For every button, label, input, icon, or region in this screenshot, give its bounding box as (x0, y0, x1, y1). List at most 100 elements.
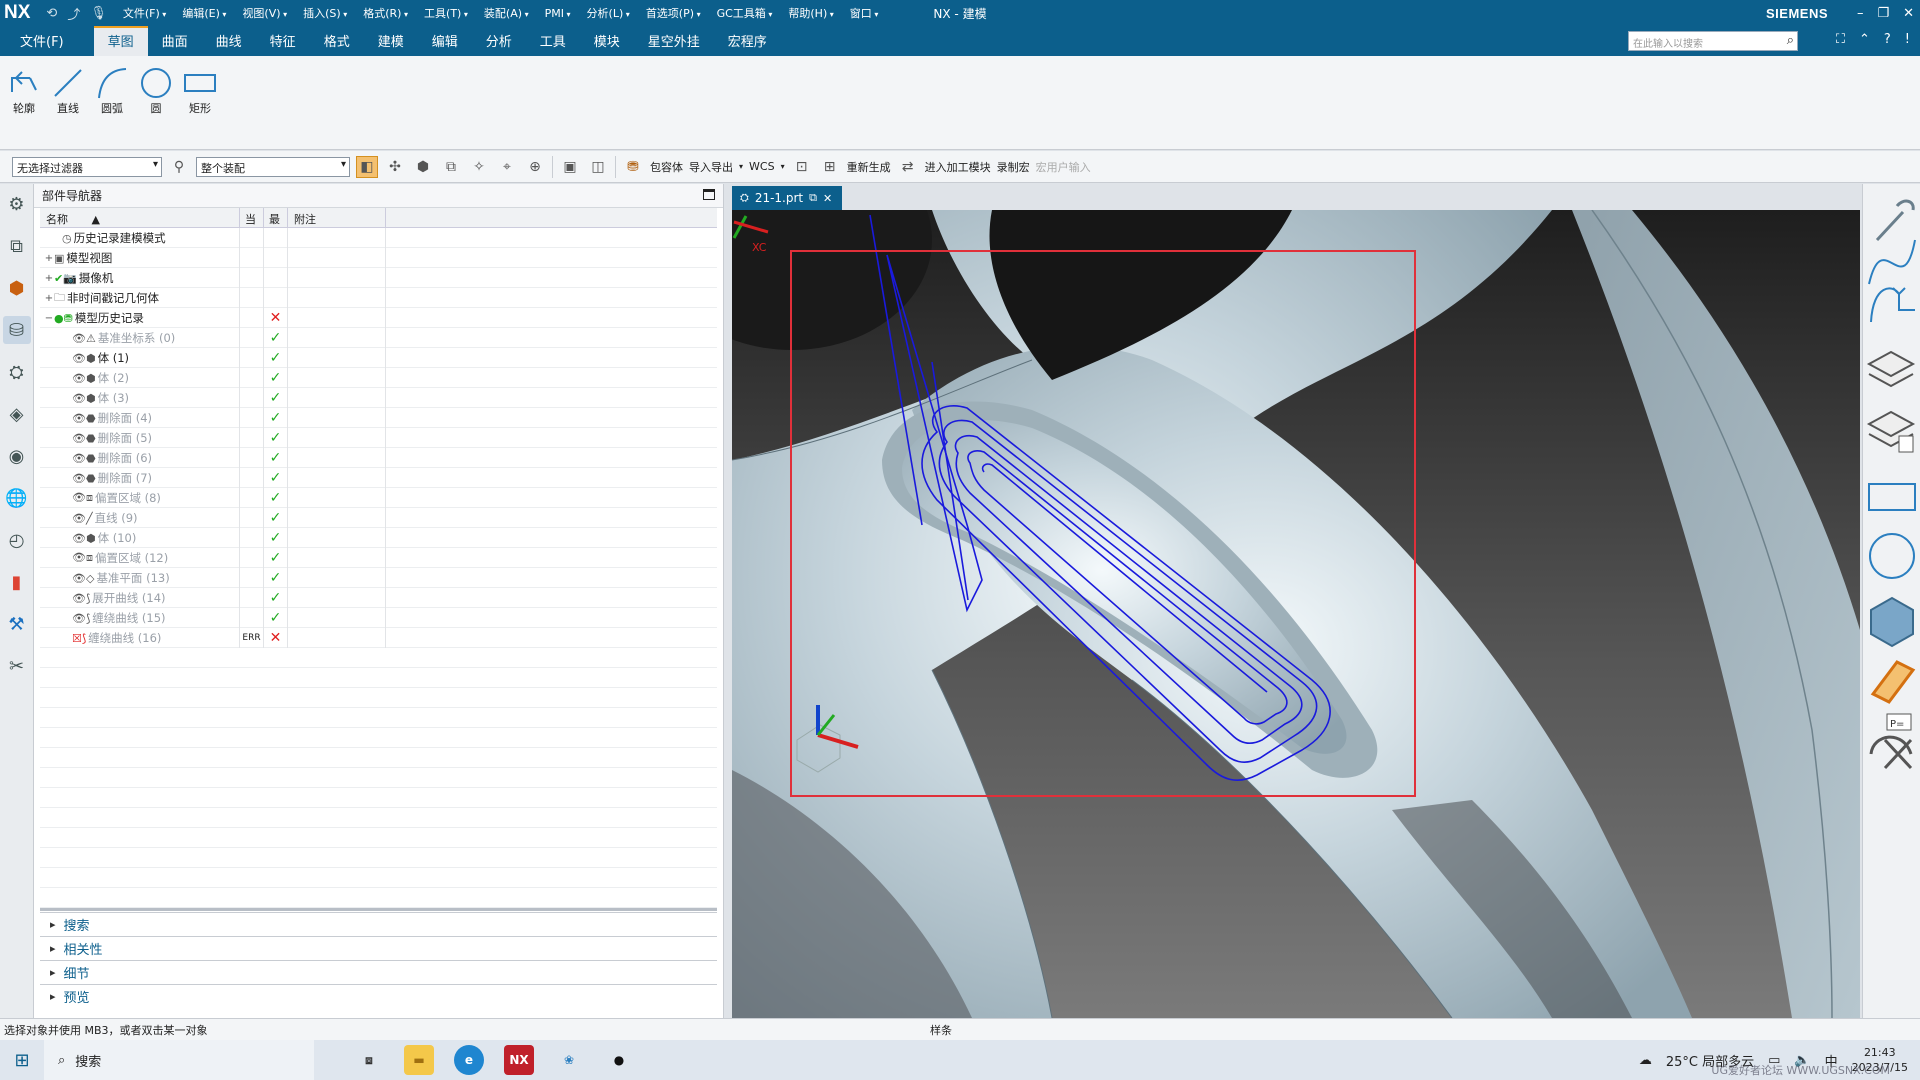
machining-icon[interactable]: ⇄ (897, 156, 919, 178)
rectangle-button[interactable]: 矩形 (184, 66, 216, 116)
tree-row[interactable]: 👁⬢ 体 (3) ✓ (40, 388, 717, 408)
tree-row[interactable]: + ▣ 模型视图 (40, 248, 717, 268)
rectangle-tool-icon[interactable] (1868, 483, 1916, 511)
file-explorer-icon[interactable]: ▬ (404, 1045, 434, 1075)
edge-browser-icon[interactable]: e (454, 1045, 484, 1075)
tab-file[interactable]: 文件(F) (0, 26, 94, 56)
graphics-window[interactable]: XC (732, 210, 1860, 1018)
cube-select-icon[interactable]: ◧ (356, 155, 378, 178)
layer-copy-icon[interactable] (1866, 410, 1916, 453)
navigator-section[interactable]: 预览 (40, 984, 717, 1008)
profile-button[interactable]: 轮廓 (8, 66, 40, 116)
selection-scope-combo[interactable]: 整个装配 (196, 156, 350, 177)
globe-icon[interactable]: 🌐 (3, 484, 31, 512)
menu-item[interactable]: GC工具箱 (709, 5, 781, 21)
menu-item[interactable]: 窗口 (842, 5, 887, 21)
csys-icon[interactable]: ⊡ (791, 156, 813, 178)
tab-part-file[interactable]: ⛭ 21-1.prt ⧉ ✕ (732, 186, 842, 210)
settings-gear-icon[interactable]: ⚙ (3, 190, 31, 218)
history-icon[interactable]: ◴ (3, 526, 31, 554)
tree-row[interactable]: 👁⧈ 偏置区域 (12) ✓ (40, 548, 717, 568)
redo-icon[interactable]: ⤴ (67, 4, 80, 23)
face-snap-icon[interactable]: ⊕ (524, 156, 546, 178)
command-search-input[interactable]: 在此输入以搜索 ⌕ (1628, 31, 1798, 51)
ribbon-tab[interactable]: 曲线 (202, 26, 256, 56)
close-icon[interactable]: ✕ (1903, 6, 1914, 21)
microphone-icon[interactable]: 🎙 (90, 6, 107, 21)
undo-icon[interactable]: ⟲ (46, 6, 57, 21)
tree-row[interactable]: ☒⟆ 缠绕曲线 (16) ERR ✕ (40, 628, 717, 648)
tree-row[interactable]: − ●⛃ 模型历史记录 ✕ (40, 308, 717, 328)
circle-tool-icon[interactable] (1869, 533, 1915, 579)
menu-item[interactable]: 视图(V) (234, 5, 295, 21)
circle-button[interactable]: 圆 (140, 66, 172, 116)
tree-row[interactable]: + 🗀 非时间戳记几何体 (40, 288, 717, 308)
taskbar-search[interactable]: ⌕ 搜索 (44, 1040, 314, 1080)
reuse-library-icon[interactable]: ⛭ (3, 358, 31, 386)
expand-toggle[interactable]: + (44, 273, 54, 284)
arc-button[interactable]: 圆弧 (96, 66, 128, 116)
shaded-view-icon[interactable]: ▣ (559, 156, 581, 178)
info-icon[interactable]: ! (1905, 32, 1910, 47)
ribbon-tab[interactable]: 宏程序 (714, 26, 781, 56)
feature-filter-icon[interactable]: ⧉ (440, 156, 462, 178)
tree-row[interactable]: 👁⟆ 缠绕曲线 (15) ✓ (40, 608, 717, 628)
menu-item[interactable]: 文件(F) (115, 5, 174, 21)
assembly-navigator-icon[interactable]: ⧉ (3, 232, 31, 260)
tree-row[interactable]: 👁⬢ 体 (10) ✓ (40, 528, 717, 548)
restore-icon[interactable]: ❐ (1877, 6, 1889, 21)
ribbon-tab[interactable]: 模块 (580, 26, 634, 56)
menu-item[interactable]: 分析(L) (579, 5, 638, 21)
tree-row[interactable]: 👁⬢ 体 (2) ✓ (40, 368, 717, 388)
web-browser-icon[interactable]: ◉ (3, 442, 31, 470)
regenerate-button[interactable]: 重新生成 (847, 159, 891, 175)
pmi-icon[interactable]: P= (1869, 713, 1913, 770)
task-view-icon[interactable]: ⧈ (354, 1045, 384, 1075)
surface-icon[interactable] (1870, 660, 1916, 704)
part-navigator-icon[interactable]: ⛁ (2, 316, 31, 344)
palette-icon[interactable]: ▮ (3, 568, 31, 596)
menu-item[interactable]: 帮助(H) (780, 5, 841, 21)
minimize-icon[interactable]: – (1857, 6, 1864, 21)
wrap-body-icon[interactable]: ⛃ (622, 156, 644, 178)
panel-splitter[interactable] (40, 908, 717, 911)
menu-item[interactable]: 装配(A) (476, 5, 537, 21)
ribbon-tab[interactable]: 建模 (364, 26, 418, 56)
wcs-menu[interactable]: WCS (749, 160, 775, 173)
menu-item[interactable]: PMI (537, 7, 579, 20)
navigator-section[interactable]: 细节 (40, 960, 717, 984)
col-current[interactable]: 当 (240, 208, 264, 227)
wireframe-view-icon[interactable]: ◫ (587, 156, 609, 178)
start-icon[interactable]: ⊞ (0, 1050, 44, 1071)
nx-app-icon[interactable]: NX (504, 1045, 534, 1075)
ribbon-tab[interactable]: 曲面 (148, 26, 202, 56)
profile-tool-icon[interactable] (1870, 287, 1915, 323)
fullscreen-icon[interactable]: ⛶ (1836, 32, 1845, 47)
record-macro-button[interactable]: 录制宏 (997, 159, 1030, 175)
tree-row[interactable]: ◷ 历史记录建模模式 (40, 228, 717, 248)
type-filter-combo[interactable]: 无选择过滤器 (12, 156, 162, 177)
roles-icon[interactable]: ⚒ (3, 610, 31, 638)
layer-export-icon[interactable] (1866, 350, 1916, 388)
navigator-section[interactable]: 相关性 (40, 936, 717, 960)
ribbon-tab[interactable]: 草图 (93, 26, 148, 56)
menu-item[interactable]: 首选项(P) (638, 5, 709, 21)
tree-row[interactable]: 👁⧈ 偏置区域 (8) ✓ (40, 488, 717, 508)
point-snap-icon[interactable]: ✧ (468, 156, 490, 178)
menu-item[interactable]: 格式(R) (355, 5, 416, 21)
tree-row[interactable]: 👁⬣ 删除面 (5) ✓ (40, 428, 717, 448)
snap-icon[interactable]: ✣ (384, 156, 406, 178)
wrench-icon[interactable] (1875, 199, 1915, 242)
qq-icon[interactable]: ● (604, 1045, 634, 1075)
help-icon[interactable]: ? (1884, 32, 1891, 47)
tree-row[interactable]: 👁⟆ 展开曲线 (14) ✓ (40, 588, 717, 608)
regenerate-icon[interactable]: ⊞ (819, 156, 841, 178)
enter-machining-button[interactable]: 进入加工模块 (925, 159, 991, 175)
constraint-navigator-icon[interactable]: ⬢ (3, 274, 31, 302)
line-button[interactable]: 直线 (52, 66, 84, 116)
collapse-ribbon-icon[interactable]: ⌃ (1859, 32, 1870, 47)
expand-toggle[interactable]: + (44, 293, 54, 304)
ribbon-tab[interactable]: 编辑 (418, 26, 472, 56)
col-latest[interactable]: 最 (264, 208, 288, 227)
body-filter-icon[interactable]: ⬢ (412, 156, 434, 178)
